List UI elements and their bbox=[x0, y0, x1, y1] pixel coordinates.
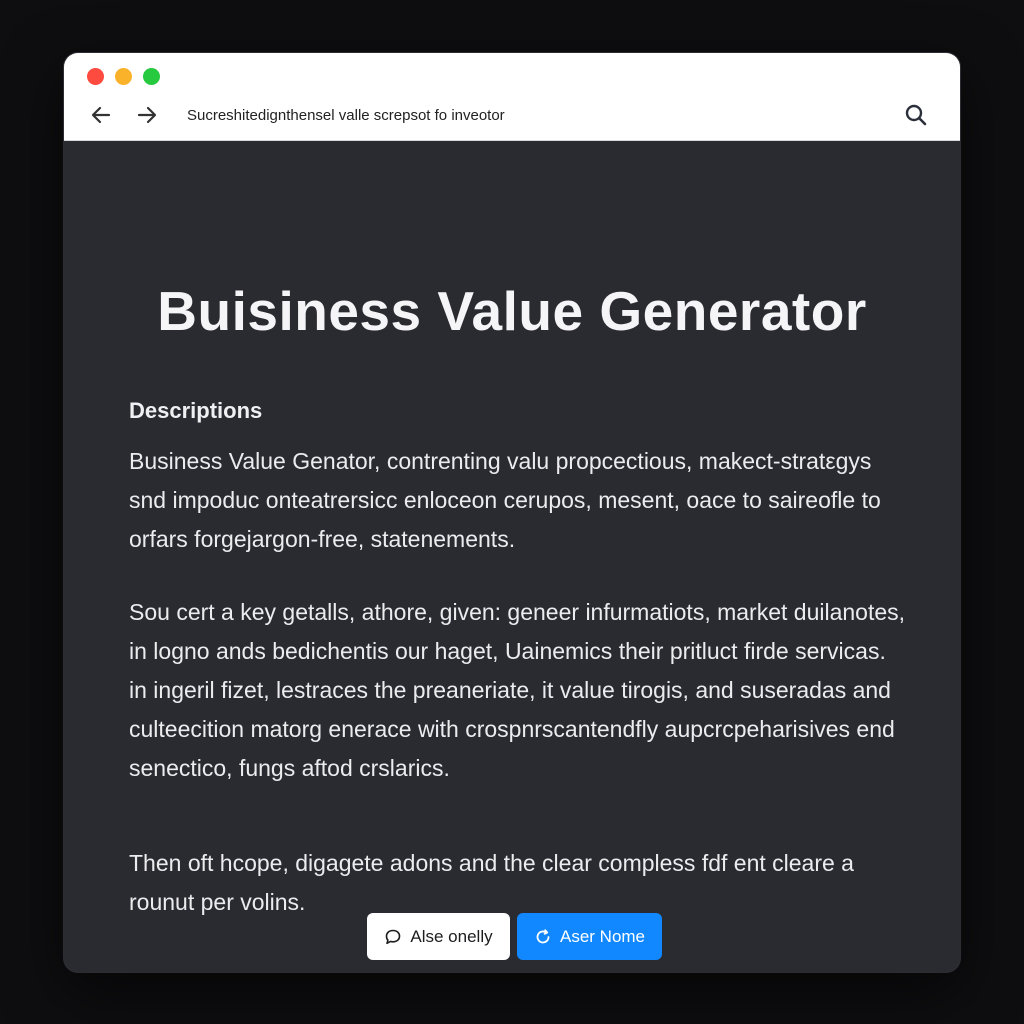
search-button[interactable] bbox=[902, 101, 930, 129]
arrow-right-icon bbox=[137, 106, 157, 124]
search-icon bbox=[905, 104, 927, 126]
back-button[interactable] bbox=[88, 102, 114, 128]
refresh-icon bbox=[534, 928, 552, 946]
close-window-button[interactable] bbox=[87, 68, 104, 85]
browser-toolbar: Sucreshitedignthensel valle screpsot fo … bbox=[64, 53, 960, 141]
description-paragraph: Sou cert a key getalls, athore, given: g… bbox=[129, 599, 906, 781]
page-content: Buisiness Value Generator Descriptions B… bbox=[64, 141, 960, 972]
page-title: Buisiness Value Generator bbox=[157, 280, 867, 342]
primary-action-button[interactable]: Aser Nome bbox=[517, 913, 662, 960]
chat-bubble-icon bbox=[384, 928, 402, 946]
address-bar[interactable]: Sucreshitedignthensel valle screpsot fo … bbox=[187, 105, 887, 127]
minimize-window-button[interactable] bbox=[115, 68, 132, 85]
secondary-action-label: Alse onelly bbox=[410, 926, 493, 946]
browser-window: Sucreshitedignthensel valle screpsot fo … bbox=[64, 53, 960, 972]
secondary-action-button[interactable]: Alse onelly bbox=[367, 913, 510, 960]
arrow-left-icon bbox=[91, 106, 111, 124]
maximize-window-button[interactable] bbox=[143, 68, 160, 85]
section-heading: Descriptions bbox=[129, 398, 263, 423]
forward-button[interactable] bbox=[134, 102, 160, 128]
primary-action-label: Aser Nome bbox=[559, 926, 646, 946]
description-paragraph: Then oft hcope, digagete adons and the c… bbox=[129, 850, 854, 915]
description-paragraph: Business Value Genator, contrenting valu… bbox=[129, 448, 881, 552]
